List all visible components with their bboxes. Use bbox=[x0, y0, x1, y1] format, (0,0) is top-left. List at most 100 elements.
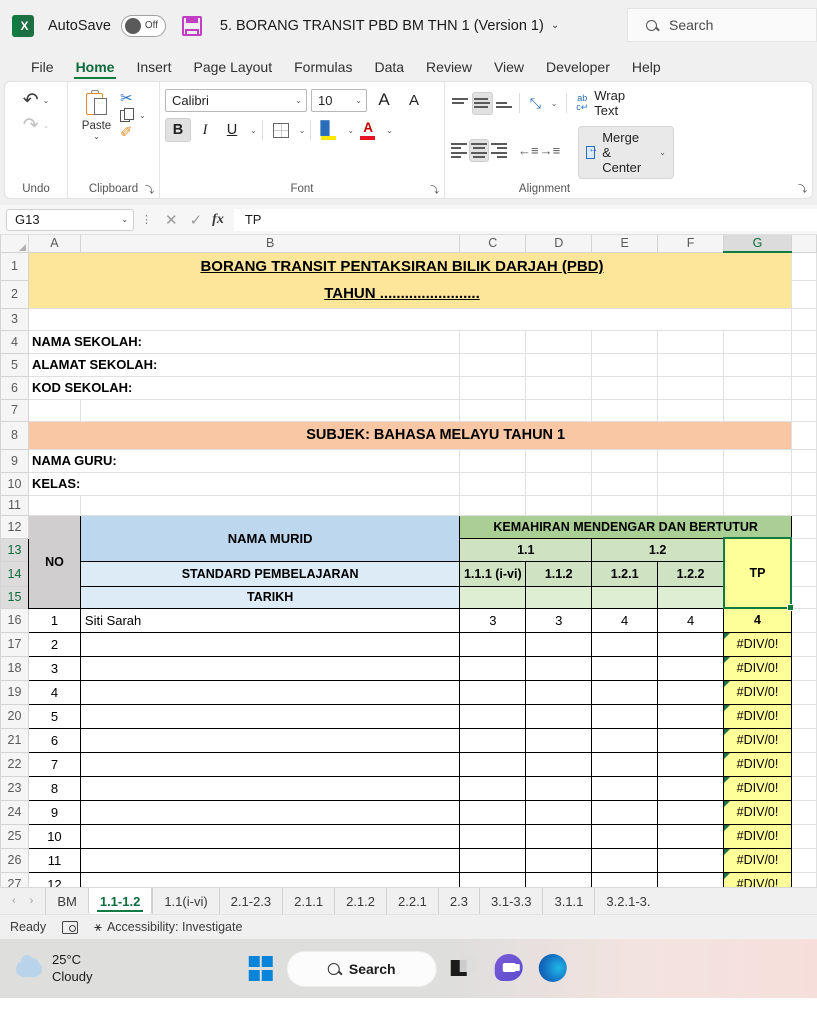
cell-f15[interactable] bbox=[657, 585, 725, 609]
name-box[interactable]: G13 ⌄ bbox=[6, 208, 134, 231]
cell-g7[interactable] bbox=[723, 398, 792, 422]
align-right-button[interactable] bbox=[490, 139, 508, 162]
cell-student-name[interactable] bbox=[79, 631, 461, 657]
ribbon-tab-review[interactable]: Review bbox=[415, 57, 483, 81]
cell-b7[interactable] bbox=[79, 398, 461, 422]
cell-no[interactable]: 10 bbox=[27, 823, 81, 849]
cell-mark-2[interactable] bbox=[525, 679, 593, 705]
format-painter-icon[interactable]: ✐ bbox=[120, 125, 146, 140]
windows-start-icon[interactable] bbox=[248, 956, 273, 981]
redo-button[interactable]: ↷ ⌄ bbox=[21, 113, 52, 138]
edge-icon[interactable] bbox=[538, 953, 569, 984]
cell-h26[interactable] bbox=[790, 847, 817, 873]
accessibility-checker-button[interactable]: ⚹ Accessibility: Investigate bbox=[94, 919, 242, 935]
cell-h10[interactable] bbox=[790, 471, 817, 496]
cell-tp-value[interactable]: #DIV/0! bbox=[723, 679, 792, 705]
cell-b8-subject-banner[interactable]: SUBJEK: BAHASA MELAYU TAHUN 1 bbox=[80, 421, 792, 449]
cell-mark-3[interactable]: 4 bbox=[591, 607, 659, 633]
cell-h1[interactable] bbox=[790, 251, 817, 281]
cell-h23[interactable] bbox=[790, 775, 817, 801]
cell-a10-kelas[interactable]: KELAS: bbox=[27, 471, 461, 496]
formula-bar-handle[interactable]: ⋮ bbox=[141, 213, 152, 226]
font-name-select[interactable]: Calibri ⌄ bbox=[165, 88, 307, 112]
undo-chevron-down-icon[interactable]: ⌄ bbox=[43, 96, 50, 105]
align-left-button[interactable] bbox=[450, 139, 468, 162]
font-size-select[interactable]: 10 ⌄ bbox=[311, 88, 367, 112]
merge-and-center-button[interactable]: Merge & Center ⌄ bbox=[578, 126, 674, 179]
cell-a7[interactable] bbox=[27, 398, 81, 422]
cell-d7[interactable] bbox=[525, 398, 593, 422]
align-bottom-button[interactable] bbox=[494, 92, 515, 115]
cell-mark-1[interactable] bbox=[459, 631, 527, 657]
row-header-8[interactable]: 8 bbox=[0, 420, 29, 450]
bold-button[interactable]: B bbox=[165, 118, 191, 142]
cell-b12-nama-murid-header[interactable]: NAMA MURID bbox=[79, 514, 461, 562]
column-header-f[interactable]: F bbox=[657, 235, 725, 253]
row-header-2[interactable]: 2 bbox=[0, 279, 29, 309]
cell-student-name[interactable] bbox=[79, 871, 461, 887]
underline-button[interactable]: U bbox=[219, 118, 245, 142]
cell-mark-2[interactable] bbox=[525, 631, 593, 657]
spreadsheet-grid[interactable]: A B C D E F G 1 BORANG TRANSIT PENTAKSIR… bbox=[0, 235, 817, 887]
cell-f11[interactable] bbox=[657, 494, 725, 516]
cell-a12-no-header[interactable]: NO bbox=[27, 514, 81, 609]
cell-mark-4[interactable] bbox=[657, 847, 725, 873]
ribbon-tab-developer[interactable]: Developer bbox=[535, 57, 621, 81]
fill-color-button[interactable]: █ bbox=[316, 118, 342, 142]
cell-g6[interactable] bbox=[723, 375, 792, 400]
row-header-15[interactable]: 15 bbox=[0, 585, 29, 609]
row-header-22[interactable]: 22 bbox=[0, 751, 29, 777]
cell-mark-1[interactable] bbox=[459, 799, 527, 825]
cell-mark-3[interactable] bbox=[591, 871, 659, 887]
insert-function-icon[interactable]: fx bbox=[212, 212, 224, 228]
cell-no[interactable]: 11 bbox=[27, 847, 81, 873]
row-header-5[interactable]: 5 bbox=[0, 352, 29, 377]
cell-mark-3[interactable] bbox=[591, 847, 659, 873]
cell-c6[interactable] bbox=[459, 375, 527, 400]
cell-h21[interactable] bbox=[790, 727, 817, 753]
row-header-6[interactable]: 6 bbox=[0, 375, 29, 400]
cell-student-name[interactable] bbox=[79, 751, 461, 777]
cell-e10[interactable] bbox=[591, 471, 659, 496]
confirm-entry-icon[interactable]: ✓ bbox=[190, 211, 203, 229]
cell-student-name[interactable] bbox=[79, 679, 461, 705]
cell-c12-skill-band-header[interactable]: KEMAHIRAN MENDENGAR DAN BERTUTUR bbox=[459, 514, 792, 539]
sheet-prev-icon[interactable]: ‹ bbox=[12, 895, 16, 907]
cell-h12[interactable] bbox=[790, 514, 817, 539]
sheet-tab-1-1-1-2[interactable]: 1.1-1.2 bbox=[87, 888, 153, 914]
cell-h8[interactable] bbox=[790, 420, 817, 450]
cell-f6[interactable] bbox=[657, 375, 725, 400]
row-header-7[interactable]: 7 bbox=[0, 398, 29, 422]
cell-mark-2[interactable] bbox=[525, 871, 593, 887]
cell-student-name[interactable] bbox=[79, 703, 461, 729]
row-header-13[interactable]: 13 bbox=[0, 537, 29, 562]
cell-a11[interactable] bbox=[27, 494, 81, 516]
cell-c10[interactable] bbox=[459, 471, 527, 496]
cell-a5-alamat-sekolah[interactable]: ALAMAT SEKOLAH: bbox=[27, 352, 461, 377]
sheet-tab-3-1-3-3[interactable]: 3.1-3.3 bbox=[479, 888, 542, 914]
cell-c14-code[interactable]: 1.1.1 (i-vi) bbox=[459, 560, 527, 587]
cell-g1[interactable] bbox=[723, 252, 792, 280]
column-header-e[interactable]: E bbox=[591, 235, 659, 253]
cell-mark-2[interactable] bbox=[525, 847, 593, 873]
font-color-button[interactable]: A bbox=[355, 118, 381, 142]
increase-font-size-button[interactable]: A bbox=[371, 88, 397, 112]
cell-b1-title[interactable]: BORANG TRANSIT PENTAKSIRAN BILIK DARJAH … bbox=[80, 252, 724, 280]
cell-mark-2[interactable] bbox=[525, 655, 593, 681]
cell-row3-blank[interactable] bbox=[27, 307, 792, 331]
cell-g5[interactable] bbox=[723, 352, 792, 377]
cell-mark-2[interactable] bbox=[525, 823, 593, 849]
file-explorer-icon[interactable] bbox=[450, 954, 481, 984]
cell-h19[interactable] bbox=[790, 679, 817, 705]
cell-student-name[interactable]: Siti Sarah bbox=[79, 607, 461, 633]
font-dialog-launcher-icon[interactable]: ⤵ bbox=[430, 185, 440, 195]
cell-mark-3[interactable] bbox=[591, 655, 659, 681]
cell-tp-value[interactable]: #DIV/0! bbox=[723, 751, 792, 777]
cell-e7[interactable] bbox=[591, 398, 659, 422]
cell-g11[interactable] bbox=[723, 494, 792, 516]
cell-g4[interactable] bbox=[723, 329, 792, 354]
undo-button[interactable]: ↶ ⌄ bbox=[21, 88, 52, 113]
row-header-16[interactable]: 16 bbox=[0, 607, 29, 633]
cell-h7[interactable] bbox=[790, 398, 817, 422]
column-header-d[interactable]: D bbox=[525, 235, 593, 253]
